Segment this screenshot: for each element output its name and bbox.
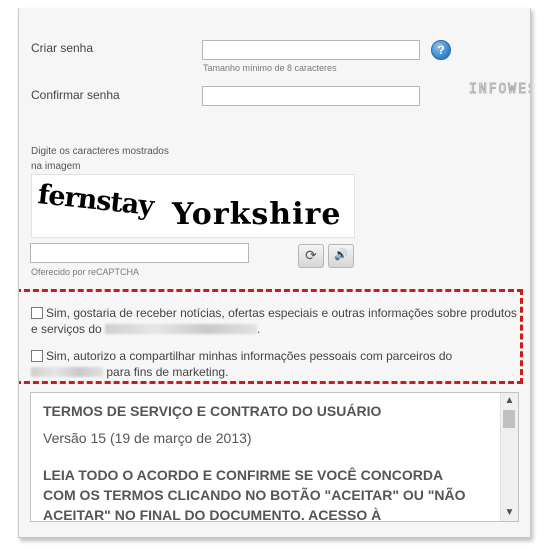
marketing-consent-end: .	[257, 322, 261, 336]
terms-scrollbar[interactable]: ▲ ▼	[500, 393, 518, 521]
recaptcha-credit: Oferecido por reCAPTCHA	[31, 267, 140, 277]
help-icon[interactable]: ?	[431, 40, 451, 60]
sharing-consent-checkbox[interactable]	[31, 350, 43, 362]
terms-of-service-box[interactable]: TERMOS DE SERVIÇO E CONTRATO DO USUÁRIO …	[30, 392, 519, 522]
captcha-input[interactable]	[30, 243, 249, 263]
password-label: Criar senha	[31, 41, 94, 55]
captcha-image: fernstay Yorkshire	[31, 174, 355, 238]
confirm-password-label: Confirmar senha	[31, 88, 120, 102]
marketing-consent-checkbox[interactable]	[31, 307, 43, 319]
captcha-word-1: fernstay	[36, 179, 155, 222]
scroll-down-arrow-icon[interactable]: ▼	[501, 505, 518, 521]
audio-captcha-button[interactable]: 🔊	[328, 244, 354, 268]
sharing-consent-end: para fins de marketing.	[106, 365, 229, 379]
captcha-instruction-2: na imagem	[31, 161, 81, 172]
terms-title: TERMOS DE SERVIÇO E CONTRATO DO USUÁRIO	[43, 403, 382, 419]
redacted-company-name	[105, 324, 258, 334]
marketing-consent-option: Sim, gostaria de receber notícias, ofert…	[31, 305, 519, 337]
redacted-company-name-2	[31, 367, 103, 377]
terms-version: Versão 15 (19 de março de 2013)	[43, 430, 252, 446]
password-hint: Tamanho mínimo de 8 caracteres	[203, 63, 337, 73]
terms-body: LEIA TODO O ACORDO E CONFIRME SE VOCÊ CO…	[43, 467, 466, 522]
registration-form-panel: Criar senha ? Tamanho mínimo de 8 caract…	[18, 8, 531, 538]
password-field[interactable]	[202, 40, 420, 60]
confirm-password-field[interactable]	[202, 86, 420, 106]
sharing-consent-text: Sim, autorizo a compartilhar minhas info…	[46, 349, 453, 363]
marketing-consent-text: Sim, gostaria de receber notícias, ofert…	[31, 306, 517, 336]
watermark: INFOWESTER	[468, 82, 530, 96]
captcha-word-2: Yorkshire	[172, 197, 342, 232]
watermark-text: INFOWESTER	[468, 82, 530, 97]
speaker-icon: 🔊	[334, 249, 348, 261]
scroll-up-arrow-icon[interactable]: ▲	[501, 393, 518, 409]
scroll-thumb[interactable]	[503, 410, 515, 428]
captcha-instruction-1: Digite os caracteres mostrados	[31, 146, 169, 157]
sharing-consent-option: Sim, autorizo a compartilhar minhas info…	[31, 348, 519, 380]
refresh-icon: ⟳	[305, 247, 317, 263]
refresh-captcha-button[interactable]: ⟳	[298, 244, 324, 268]
